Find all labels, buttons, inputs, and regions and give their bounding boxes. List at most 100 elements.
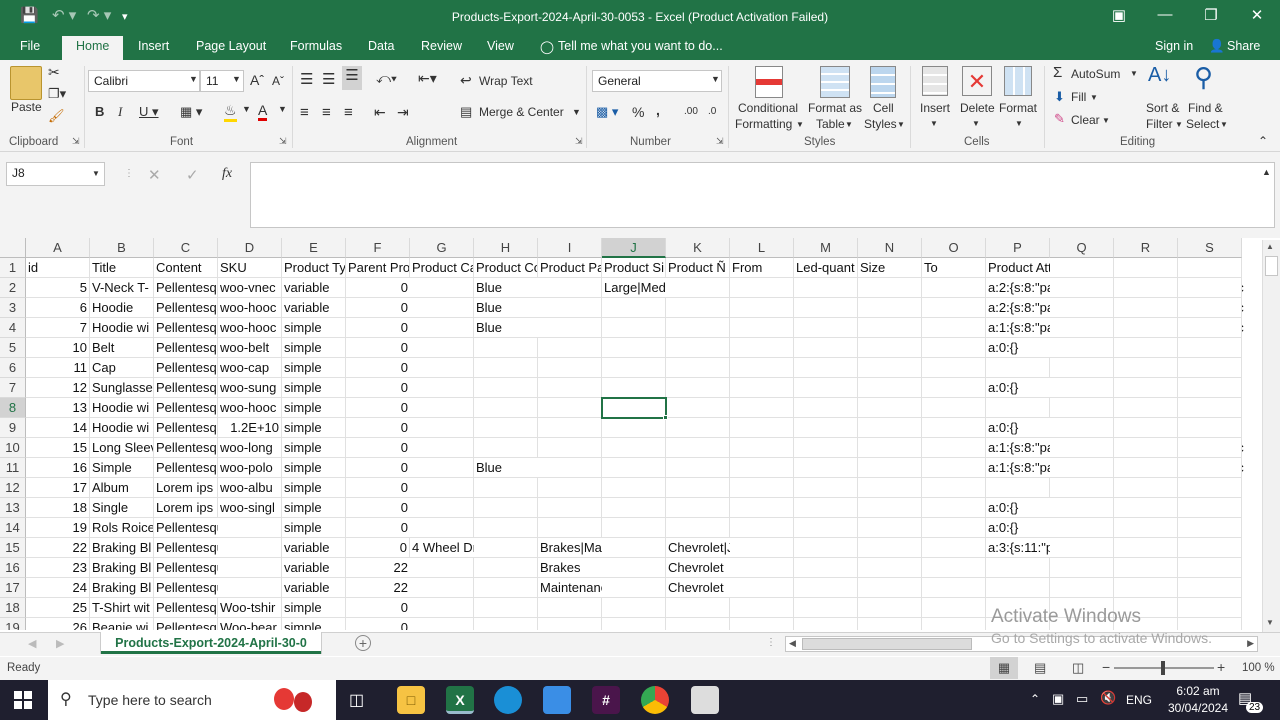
cell-i7[interactable] xyxy=(538,378,602,398)
cell-r13[interactable] xyxy=(1114,498,1178,518)
autosum-button[interactable]: AutoSum xyxy=(1071,67,1120,81)
cell-o19[interactable] xyxy=(922,618,986,630)
cell-o8[interactable] xyxy=(922,398,986,418)
cell-j16[interactable] xyxy=(602,558,666,578)
cell-r5[interactable] xyxy=(1114,338,1178,358)
cell-s14[interactable] xyxy=(1178,518,1242,538)
cell-q14[interactable] xyxy=(1050,518,1114,538)
cell-m2[interactable] xyxy=(794,278,858,298)
cell-g19[interactable] xyxy=(410,618,474,630)
row-header[interactable]: 4 xyxy=(0,318,26,338)
tab-formulas[interactable]: Formulas xyxy=(290,39,342,53)
cell-n8[interactable] xyxy=(858,398,922,418)
cell-h16[interactable] xyxy=(474,558,538,578)
cell-i19[interactable] xyxy=(538,618,602,630)
cell-e19[interactable]: simple xyxy=(282,618,346,630)
find-select-label[interactable]: Find & xyxy=(1188,101,1223,115)
cell-a19[interactable]: 26 xyxy=(26,618,90,630)
row-header[interactable]: 5 xyxy=(0,338,26,358)
magnifier-icon[interactable]: ⚲ xyxy=(1194,62,1213,93)
cell-h7[interactable] xyxy=(474,378,538,398)
worksheet-grid[interactable]: A B C D E F G H I J K L M N O P Q R S 1 id Title Content SKU Pro… xyxy=(0,238,1262,630)
cell-h15[interactable] xyxy=(474,538,538,558)
cell-e13[interactable]: simple xyxy=(282,498,346,518)
clipboard-launcher-icon[interactable]: ⇲ xyxy=(72,136,80,147)
cell-r4[interactable] xyxy=(1114,318,1178,338)
cell-b17[interactable]: Braking Bl xyxy=(90,578,154,598)
cell-p9[interactable]: a:0:{} xyxy=(986,418,1050,438)
cell-m8[interactable] xyxy=(794,398,858,418)
cell-e15[interactable]: variable xyxy=(282,538,346,558)
cell-l14[interactable] xyxy=(730,518,794,538)
cell-d5[interactable]: woo-belt xyxy=(218,338,282,358)
conditional-formatting-label[interactable]: Conditional xyxy=(738,101,798,115)
cell-n16[interactable] xyxy=(858,558,922,578)
cell-h3[interactable]: Blue xyxy=(474,298,538,318)
cell-k11[interactable] xyxy=(666,458,730,478)
chevron-down-icon[interactable]: ▼ xyxy=(278,104,287,114)
row-header[interactable]: 14 xyxy=(0,518,26,538)
scroll-right-icon[interactable]: ▶ xyxy=(1247,638,1254,649)
cell-c18[interactable]: Pellentesq xyxy=(154,598,218,618)
comma-icon[interactable]: , xyxy=(656,102,660,118)
cell-c1[interactable]: Content xyxy=(154,258,218,278)
cell-l16[interactable] xyxy=(730,558,794,578)
cell-q7[interactable] xyxy=(1050,378,1114,398)
cell-h6[interactable] xyxy=(474,358,538,378)
cell-b10[interactable]: Long Sleev xyxy=(90,438,154,458)
cell-h10[interactable] xyxy=(474,438,538,458)
cell-k4[interactable] xyxy=(666,318,730,338)
row-header[interactable]: 13 xyxy=(0,498,26,518)
cell-s10[interactable] xyxy=(1178,438,1242,458)
format-cells-button[interactable]: Format xyxy=(999,101,1037,115)
cell-l18[interactable] xyxy=(730,598,794,618)
cell-p4[interactable]: a:1:{s:8:"pa_color";a:6:{s:4:"name";s:8:… xyxy=(986,318,1244,338)
cell-g8[interactable] xyxy=(410,398,474,418)
column-header-h[interactable]: H xyxy=(474,238,538,258)
row-header[interactable]: 15 xyxy=(0,538,26,558)
cell-p17[interactable] xyxy=(986,578,1050,598)
column-header-n[interactable]: N xyxy=(858,238,922,258)
cell-i5[interactable] xyxy=(538,338,602,358)
cell-n2[interactable] xyxy=(858,278,922,298)
slack-icon[interactable]: # xyxy=(592,686,620,714)
cell-i9[interactable] xyxy=(538,418,602,438)
column-header-q[interactable]: Q xyxy=(1050,238,1114,258)
cell-h8[interactable] xyxy=(474,398,538,418)
cell-s12[interactable] xyxy=(1178,478,1242,498)
cell-o5[interactable] xyxy=(922,338,986,358)
cell-n19[interactable] xyxy=(858,618,922,630)
cell-m7[interactable] xyxy=(794,378,858,398)
cell-d2[interactable]: woo-vnec xyxy=(218,278,282,298)
prev-sheet-icon[interactable]: ◀ xyxy=(28,637,36,650)
cell-j13[interactable] xyxy=(602,498,666,518)
tab-page-layout[interactable]: Page Layout xyxy=(196,39,266,53)
cell-h12[interactable] xyxy=(474,478,538,498)
cell-c19[interactable]: Pellentesq xyxy=(154,618,218,630)
cell-g4[interactable] xyxy=(410,318,474,338)
row-header[interactable]: 17 xyxy=(0,578,26,598)
task-view-icon[interactable]: ◫ xyxy=(349,690,364,710)
tab-data[interactable]: Data xyxy=(368,39,394,53)
cell-h14[interactable] xyxy=(474,518,538,538)
cell-a6[interactable]: 11 xyxy=(26,358,90,378)
cell-i16[interactable]: Brakes xyxy=(538,558,602,578)
cell-f19[interactable]: 0 xyxy=(346,618,410,630)
cell-i10[interactable] xyxy=(538,438,602,458)
sign-in-link[interactable]: Sign in xyxy=(1155,39,1193,53)
normal-view-icon[interactable]: ▦ xyxy=(990,657,1018,679)
cell-i2[interactable] xyxy=(538,278,602,298)
cell-i14[interactable] xyxy=(538,518,602,538)
cell-m6[interactable] xyxy=(794,358,858,378)
cell-e18[interactable]: simple xyxy=(282,598,346,618)
cell-s1[interactable] xyxy=(1178,258,1242,278)
cell-b11[interactable]: Simple xyxy=(90,458,154,478)
cell-e4[interactable]: simple xyxy=(282,318,346,338)
cell-q17[interactable] xyxy=(1050,578,1114,598)
cell-f4[interactable]: 0 xyxy=(346,318,410,338)
cell-e5[interactable]: simple xyxy=(282,338,346,358)
cell-c12[interactable]: Lorem ips xyxy=(154,478,218,498)
cell-c3[interactable]: Pellentesq xyxy=(154,298,218,318)
cell-i17[interactable]: Maintenance Kit xyxy=(538,578,633,598)
cell-p5[interactable]: a:0:{} xyxy=(986,338,1050,358)
